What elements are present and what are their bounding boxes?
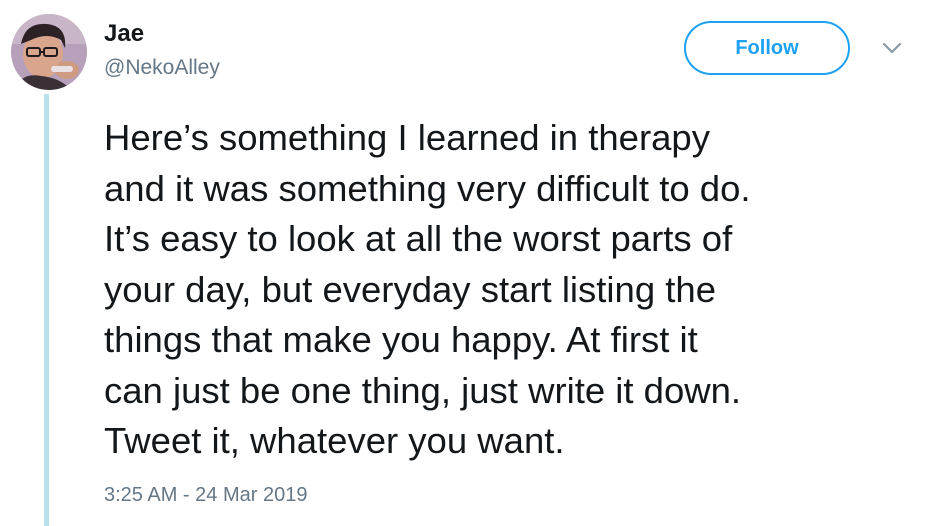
tweet-text-line: your day, but everyday start listing the — [104, 268, 717, 310]
follow-button[interactable]: Follow — [684, 21, 850, 75]
tweet-text-line: things that make you happy. At first it — [104, 319, 698, 360]
tweet-text-line: Tweet it, whatever you want. — [104, 420, 565, 461]
timestamp[interactable]: 3:25 AM - 24 Mar 2019 — [104, 483, 307, 507]
user-handle[interactable]: @NekoAlley — [104, 55, 220, 81]
chevron-down-icon[interactable] — [880, 38, 904, 58]
avatar[interactable] — [11, 14, 87, 90]
avatar-image — [11, 14, 87, 90]
display-name[interactable]: Jae — [104, 20, 144, 48]
thread-line — [44, 94, 49, 526]
tweet-text-line: It’s easy to look at all the worst parts… — [104, 218, 733, 259]
tweet-text-line: can just be one thing, just write it dow… — [104, 369, 742, 411]
tweet-text-line: Here’s something I learned in therapy — [104, 117, 710, 158]
tweet-text: Here’s something I learned in therapy an… — [104, 113, 914, 467]
tweet-text-line: and it was something very difficult to d… — [104, 167, 751, 209]
tweet-card: Jae @NekoAlley Follow Here’s something I… — [0, 0, 936, 526]
